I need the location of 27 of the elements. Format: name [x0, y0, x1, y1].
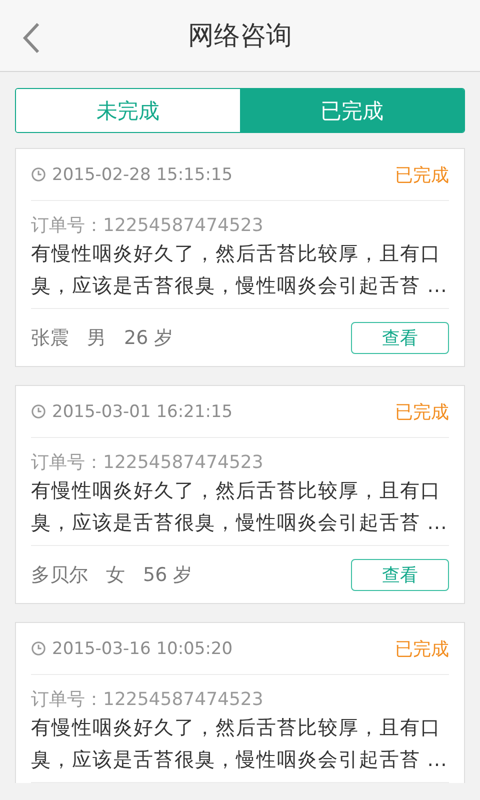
order-number: 订单号：12254587474523 — [31, 214, 264, 237]
clock-icon — [31, 641, 46, 656]
order-status: 已完成 — [395, 638, 449, 660]
order-number: 订单号：12254587474523 — [31, 688, 264, 711]
order-time: 2015-03-01 16:21:15 — [52, 402, 234, 422]
order-description: 有慢性咽炎好久了，然后舌苔比较厚，且有口臭，应该是舌苔很臭，慢性咽炎会引起舌苔 ... — [31, 241, 448, 299]
order-status: 已完成 — [395, 400, 449, 424]
order-time: 2015-02-28 15:15:15 — [52, 164, 234, 184]
patient-name: 张震 — [31, 326, 69, 350]
patient-gender: 女 — [106, 562, 125, 588]
clock-icon — [31, 404, 46, 419]
patient-age: 26 岁 — [124, 326, 174, 350]
order-time: 2015-03-16 10:05:20 — [52, 638, 234, 658]
back-icon[interactable] — [22, 22, 40, 54]
patient-gender: 男 — [87, 326, 106, 350]
view-button[interactable]: 查看 — [351, 322, 449, 354]
view-button[interactable]: 查看 — [351, 558, 449, 590]
tab[interactable]: 未完成 — [16, 89, 240, 132]
page-title: 网络咨询 — [188, 20, 292, 53]
patient-name: 多贝尔 — [31, 562, 88, 588]
order-status: 已完成 — [395, 164, 449, 186]
order-description: 有慢性咽炎好久了，然后舌苔比较厚，且有口臭，应该是舌苔很臭，慢性咽炎会引起舌苔 ... — [31, 715, 448, 773]
patient-age: 56 岁 — [143, 562, 192, 588]
order-number: 订单号：12254587474523 — [31, 451, 264, 474]
order-description: 有慢性咽炎好久了，然后舌苔比较厚，且有口臭，应该是舌苔很臭，慢性咽炎会引起舌苔 ... — [31, 478, 448, 536]
clock-icon — [31, 167, 46, 182]
tab[interactable]: 已完成 — [240, 89, 464, 132]
